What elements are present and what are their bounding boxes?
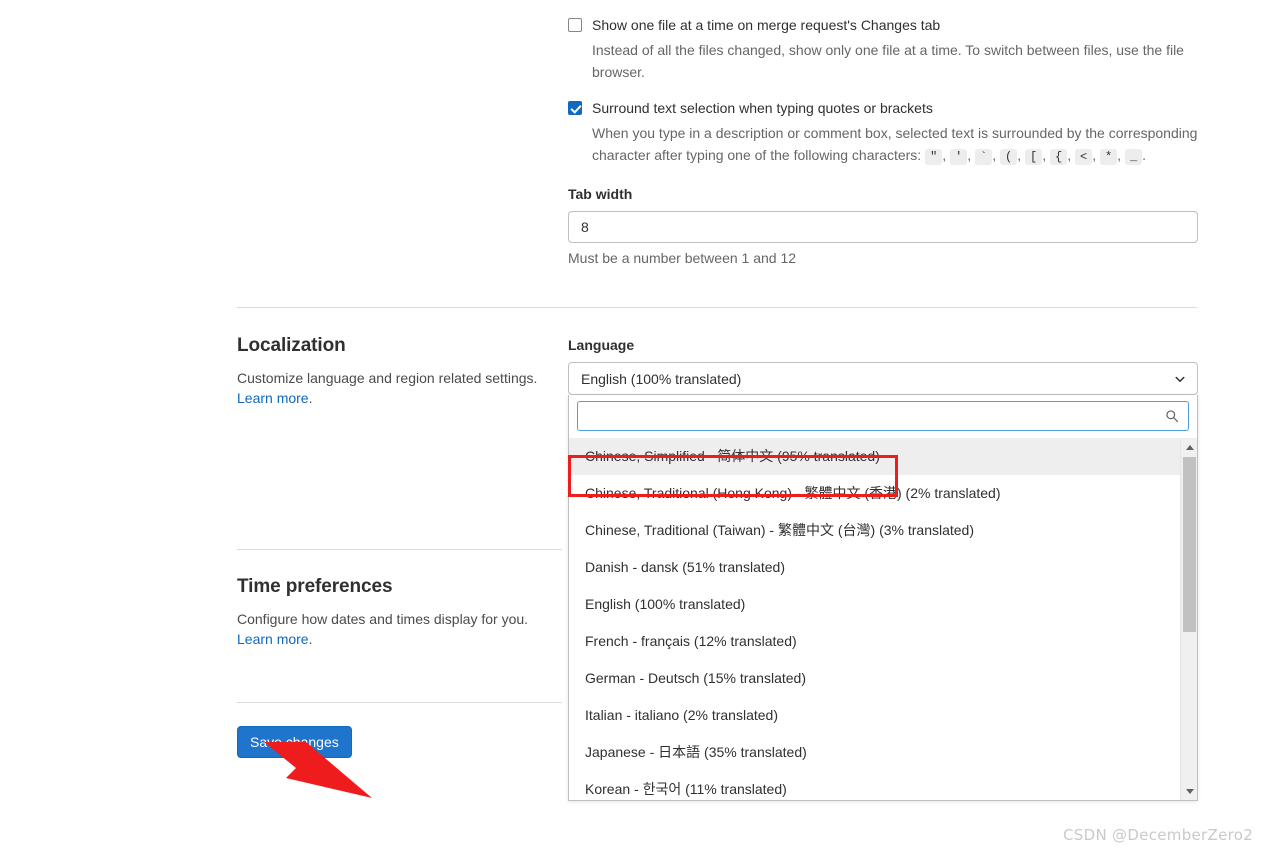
language-option[interactable]: Korean - 한국어 (11% translated)	[569, 771, 1197, 799]
localization-description: Customize language and region related se…	[237, 369, 538, 386]
divider-localization	[237, 307, 1197, 308]
language-dropdown-panel: Chinese, Simplified - 简体中文 (95% translat…	[568, 395, 1198, 801]
single-file-checkbox-label: Show one file at a time on merge request…	[592, 17, 941, 33]
language-search-wrapper	[569, 395, 1197, 438]
language-option[interactable]: Chinese, Simplified - 简体中文 (95% translat…	[569, 438, 1197, 475]
tab-width-label: Tab width	[568, 186, 633, 202]
key-chip: _	[1124, 149, 1143, 165]
surround-key-list: ", ', `, (, [, {, <, *, _.	[925, 147, 1146, 165]
language-select[interactable]: English (100% translated)	[568, 362, 1198, 395]
language-options-list[interactable]: Chinese, Simplified - 简体中文 (95% translat…	[569, 438, 1197, 799]
localization-title: Localization	[237, 335, 346, 356]
divider-save	[237, 702, 562, 703]
key-chip: {	[1050, 149, 1068, 165]
language-option[interactable]: Japanese - 日本語 (35% translated)	[569, 734, 1197, 771]
divider-time-preferences	[237, 549, 562, 550]
csdn-watermark: CSDN @DecemberZero2	[1063, 826, 1254, 844]
language-option[interactable]: German - Deutsch (15% translated)	[569, 660, 1197, 697]
localization-learn-more-period: .	[308, 389, 313, 406]
time-preferences-learn-more-period: .	[308, 630, 313, 647]
red-pointer-arrow	[264, 742, 372, 798]
surround-text-checkbox-help: When you type in a description or commen…	[592, 122, 1208, 166]
surround-text-checkbox[interactable]	[568, 101, 582, 115]
time-preferences-learn-more-link[interactable]: Learn more	[237, 631, 309, 647]
chevron-down-icon	[1175, 376, 1185, 382]
language-option[interactable]: Chinese, Traditional (Hong Kong) - 繁體中文 …	[569, 475, 1197, 512]
scroll-down-arrow-icon[interactable]	[1181, 783, 1197, 800]
language-option[interactable]: English (100% translated)	[569, 586, 1197, 623]
key-chip: *	[1099, 149, 1118, 165]
single-file-checkbox-help: Instead of all the files changed, show o…	[592, 42, 1184, 80]
surround-text-checkbox-label: Surround text selection when typing quot…	[592, 100, 933, 116]
scrollbar-thumb[interactable]	[1183, 457, 1196, 632]
key-chip: '	[950, 149, 968, 165]
language-option[interactable]: Danish - dansk (51% translated)	[569, 549, 1197, 586]
localization-section: Localization Customize language and regi…	[237, 335, 557, 408]
key-chip: <	[1074, 149, 1093, 165]
language-label: Language	[568, 337, 635, 353]
tab-width-help: Must be a number between 1 and 12	[568, 250, 797, 266]
key-chip: (	[1000, 149, 1018, 165]
language-option[interactable]: French - français (12% translated)	[569, 623, 1197, 660]
surround-text-checkbox-row: Surround text selection when typing quot…	[568, 98, 1208, 166]
time-preferences-title: Time preferences	[237, 576, 393, 597]
time-preferences-section: Time preferences Configure how dates and…	[237, 576, 557, 649]
key-chip: "	[925, 149, 943, 165]
localization-learn-more-link[interactable]: Learn more	[237, 390, 309, 406]
language-option[interactable]: Italian - italiano (2% translated)	[569, 697, 1197, 734]
key-chip: `	[975, 149, 993, 165]
single-file-checkbox-row: Show one file at a time on merge request…	[568, 15, 1198, 83]
key-chip: [	[1025, 149, 1043, 165]
language-select-value: English (100% translated)	[581, 370, 742, 387]
language-search-input[interactable]	[578, 402, 1188, 430]
language-list-scrollbar[interactable]	[1180, 439, 1197, 800]
preferences-page: Show one file at a time on merge request…	[0, 0, 1281, 850]
scroll-up-arrow-icon[interactable]	[1181, 439, 1197, 456]
tab-width-input[interactable]	[568, 211, 1198, 243]
language-option[interactable]: Chinese, Traditional (Taiwan) - 繁體中文 (台灣…	[569, 512, 1197, 549]
single-file-checkbox[interactable]	[568, 18, 582, 32]
language-search-field[interactable]	[577, 401, 1189, 431]
time-preferences-description: Configure how dates and times display fo…	[237, 610, 529, 627]
